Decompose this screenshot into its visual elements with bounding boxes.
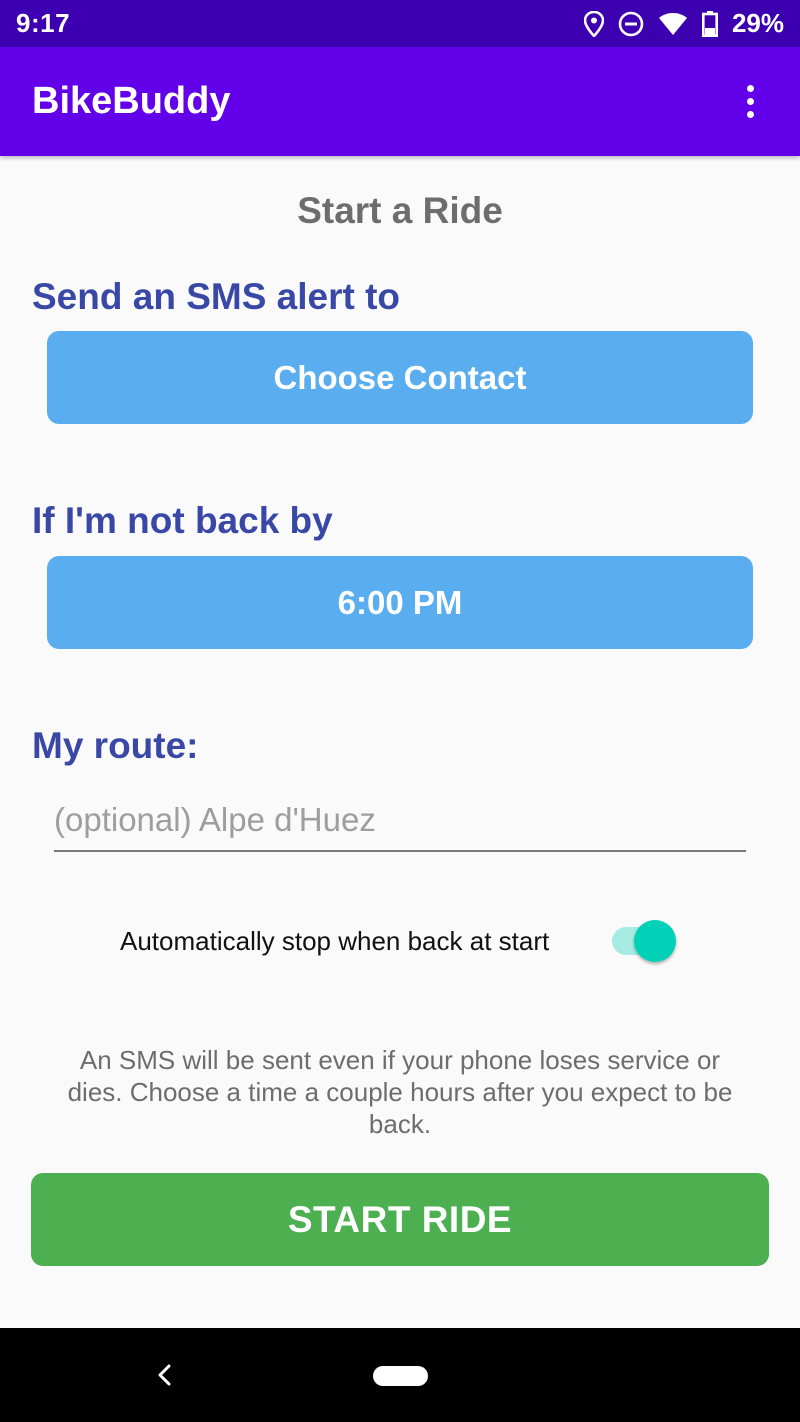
sms-info-text: An SMS will be sent even if your phone l… [67,1045,733,1139]
sms-alert-label: Send an SMS alert to [32,276,401,317]
return-time-button[interactable]: 6:00 PM [47,556,753,649]
menu-dot [746,85,754,93]
start-ride-button[interactable]: START RIDE [31,1173,769,1266]
return-time-label: If I'm not back by [32,500,333,541]
menu-dot [746,110,754,118]
route-label: My route: [32,725,199,766]
choose-contact-button[interactable]: Choose Contact [47,331,753,424]
route-input[interactable] [54,798,746,852]
auto-stop-switch[interactable] [612,918,676,964]
home-button[interactable] [373,1366,428,1386]
battery-percentage: 29% [731,8,784,38]
app-title: BikeBuddy [32,80,231,122]
auto-stop-row: Automatically stop when back at start [0,918,800,964]
menu-dot [746,97,754,105]
switch-thumb [634,920,676,962]
app-bar: BikeBuddy [0,47,800,156]
navigation-bar [0,1328,800,1422]
auto-stop-label: Automatically stop when back at start [120,926,550,956]
page-title: Start a Ride [297,190,503,231]
location-icon [583,10,604,37]
status-time: 9:17 [16,8,71,38]
battery-icon [701,10,718,37]
status-bar: 9:17 29% [0,0,800,47]
status-icons: 29% [583,8,784,39]
back-icon[interactable] [150,1360,178,1390]
wifi-icon [658,12,687,35]
do-not-disturb-icon [618,11,644,36]
overflow-menu-icon[interactable] [732,77,768,127]
